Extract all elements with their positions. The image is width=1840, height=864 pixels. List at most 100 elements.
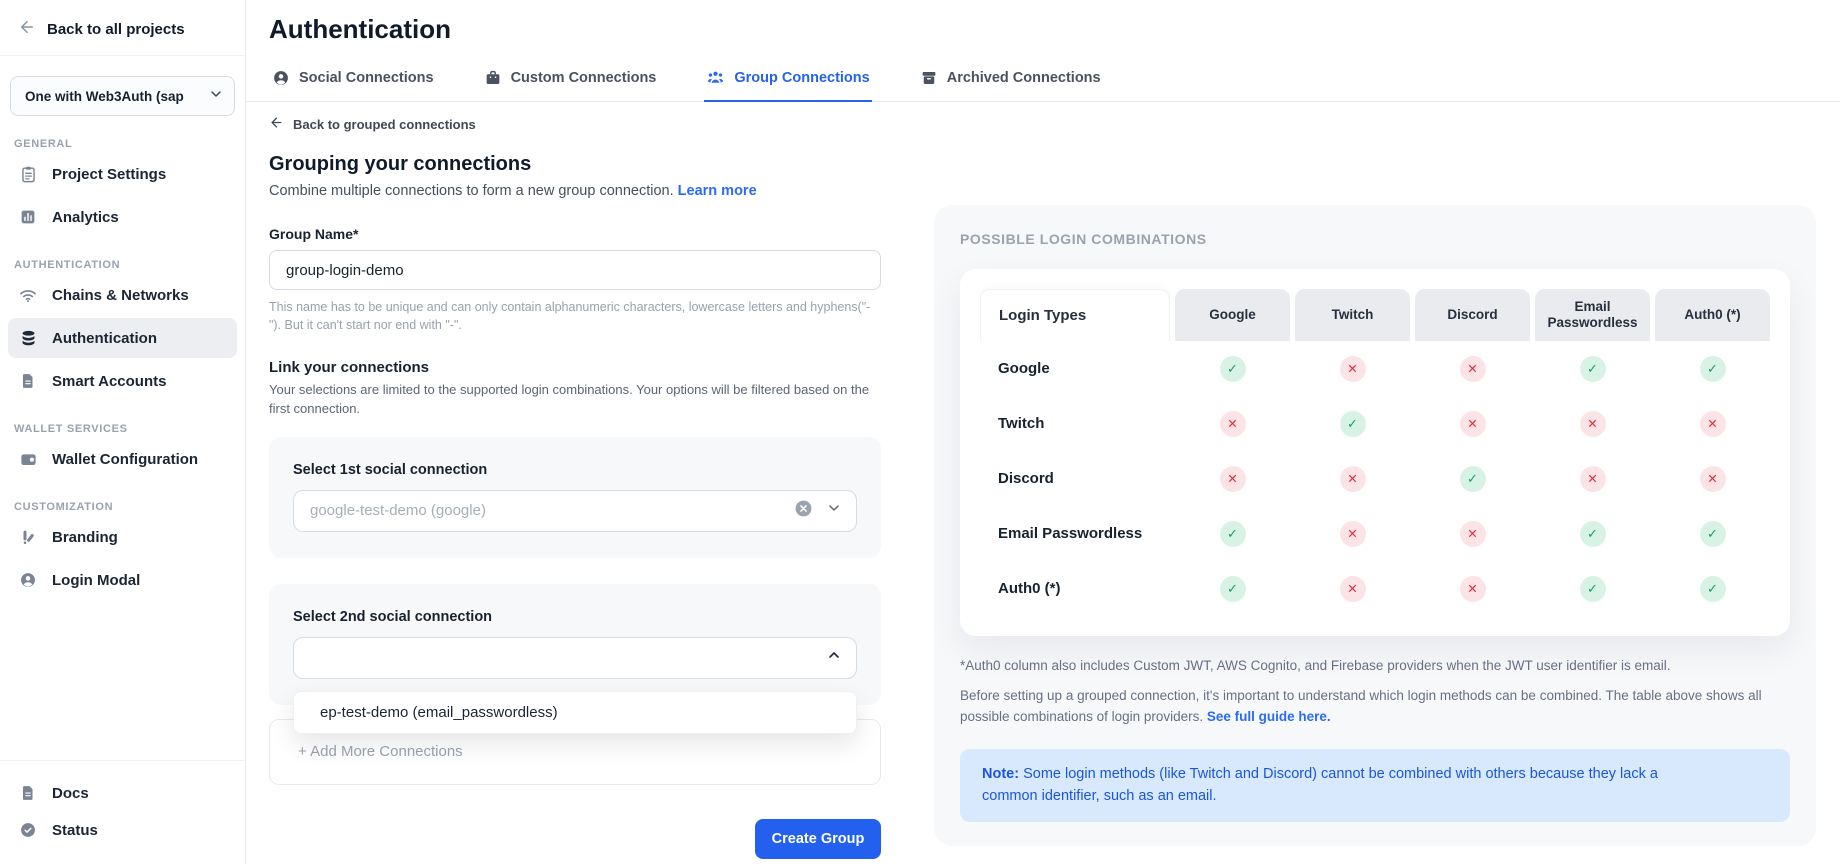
sidebar-item-login-modal[interactable]: Login Modal — [8, 560, 237, 600]
clipboard-icon — [18, 165, 38, 184]
branding-icon — [18, 528, 38, 546]
tab-social-connections[interactable]: Social Connections — [270, 62, 436, 102]
combinations-card: Login TypesGoogleTwitchDiscordEmail Pass… — [960, 269, 1790, 636]
back-to-grouped-connections-link[interactable]: Back to grouped connections — [269, 115, 881, 133]
sidebar-item-analytics[interactable]: Analytics — [8, 197, 237, 237]
sidebar-section-label-customization: CUSTOMIZATION — [14, 501, 231, 513]
combinations-table: Login TypesGoogleTwitchDiscordEmail Pass… — [980, 289, 1770, 616]
sidebar-item-authentication[interactable]: Authentication — [8, 318, 237, 358]
cell-discord-email-passwordless: ✕ — [1535, 451, 1650, 506]
cell-google-twitch: ✕ — [1295, 341, 1410, 396]
cell-email-passwordless-google: ✓ — [1175, 506, 1290, 561]
chevron-up-icon — [826, 647, 842, 668]
cell-auth0-auth0: ✓ — [1655, 561, 1770, 616]
cell-google-auth0: ✓ — [1655, 341, 1770, 396]
cross-icon: ✕ — [1340, 521, 1366, 547]
cross-icon: ✕ — [1580, 411, 1606, 437]
sidebar-item-label: Docs — [52, 785, 89, 802]
create-group-button[interactable]: Create Group — [755, 819, 881, 859]
cell-twitch-google: ✕ — [1175, 396, 1290, 451]
cell-email-passwordless-email-passwordless: ✓ — [1535, 506, 1650, 561]
analytics-icon — [18, 208, 38, 226]
sidebar-item-wallet-configuration[interactable]: Wallet Configuration — [8, 439, 237, 479]
learn-more-link[interactable]: Learn more — [678, 183, 757, 199]
guide-footnote: Before setting up a grouped connection, … — [960, 686, 1790, 727]
sidebar-item-label: Authentication — [52, 330, 157, 347]
tab-label: Archived Connections — [947, 70, 1101, 86]
select1-label: Select 1st social connection — [293, 462, 857, 478]
cell-google-discord: ✕ — [1415, 341, 1530, 396]
check-icon: ✓ — [1460, 466, 1486, 492]
cross-icon: ✕ — [1460, 521, 1486, 547]
link-connections-heading: Link your connections — [269, 359, 881, 376]
auth0-footnote: *Auth0 column also includes Custom JWT, … — [960, 656, 1790, 676]
select2-dropdown[interactable] — [293, 637, 857, 679]
cross-icon: ✕ — [1700, 466, 1726, 492]
note-text: Note: Some login methods (like Twitch an… — [982, 764, 1682, 808]
select2-label: Select 2nd social connection — [293, 609, 857, 625]
table-corner-header: Login Types — [980, 289, 1170, 341]
check-icon: ✓ — [1220, 521, 1246, 547]
sidebar-spacer — [0, 603, 245, 760]
tab-label: Custom Connections — [511, 70, 657, 86]
back-to-projects-label: Back to all projects — [47, 21, 185, 38]
sidebar-item-smart-accounts[interactable]: Smart Accounts — [8, 361, 237, 401]
sidebar-item-label: Smart Accounts — [52, 373, 166, 390]
wifi-icon — [18, 285, 38, 305]
smart-accounts-icon — [18, 372, 38, 390]
column-header-twitch: Twitch — [1295, 289, 1410, 341]
group-name-helper: This name has to be unique and can only … — [269, 298, 881, 334]
check-icon: ✓ — [1700, 356, 1726, 382]
sidebar-item-label: Project Settings — [52, 166, 166, 183]
sidebar-item-chains-networks[interactable]: Chains & Networks — [8, 275, 237, 315]
sidebar-item-branding[interactable]: Branding — [8, 517, 237, 557]
user-circle-icon — [272, 69, 290, 87]
cross-icon: ✕ — [1460, 411, 1486, 437]
cell-auth0-google: ✓ — [1175, 561, 1290, 616]
back-to-projects-link[interactable]: Back to all projects — [0, 0, 245, 55]
column-header-google: Google — [1175, 289, 1290, 341]
cell-email-passwordless-discord: ✕ — [1415, 506, 1530, 561]
sidebar: Back to all projects One with Web3Auth (… — [0, 0, 246, 864]
note-body: Some login methods (like Twitch and Disc… — [982, 766, 1658, 804]
clear-icon[interactable] — [794, 499, 813, 523]
cross-icon: ✕ — [1460, 576, 1486, 602]
column-header-auth0: Auth0 (*) — [1655, 289, 1770, 341]
note-label: Note: — [982, 766, 1019, 782]
sidebar-section-label-general: GENERAL — [14, 138, 231, 150]
sidebar-item-label: Login Modal — [52, 572, 140, 589]
tab-custom-connections[interactable]: Custom Connections — [482, 62, 659, 102]
section-heading: Grouping your connections — [269, 153, 881, 176]
see-full-guide-link[interactable]: See full guide here. — [1207, 709, 1331, 724]
cell-discord-auth0: ✕ — [1655, 451, 1770, 506]
tab-label: Social Connections — [299, 70, 434, 86]
cell-auth0-twitch: ✕ — [1295, 561, 1410, 616]
cell-twitch-discord: ✕ — [1415, 396, 1530, 451]
check-icon: ✓ — [1580, 521, 1606, 547]
row-label-discord: Discord — [980, 451, 1170, 506]
users-group-icon — [706, 68, 725, 87]
cell-twitch-email-passwordless: ✕ — [1535, 396, 1650, 451]
tab-archived-connections[interactable]: Archived Connections — [918, 62, 1103, 102]
sidebar-item-status[interactable]: Status — [8, 813, 237, 847]
sidebar-item-label: Wallet Configuration — [52, 451, 198, 468]
tab-group-connections[interactable]: Group Connections — [704, 62, 871, 102]
arrow-left-icon — [18, 18, 36, 40]
group-name-input[interactable] — [269, 250, 881, 290]
sidebar-item-project-settings[interactable]: Project Settings — [8, 154, 237, 194]
sidebar-item-docs[interactable]: Docs — [8, 776, 237, 810]
doc-icon — [18, 784, 38, 802]
content-row: Back to grouped connections Grouping you… — [246, 102, 1840, 864]
section-description: Combine multiple connections to form a n… — [269, 183, 881, 199]
check-circle-icon — [18, 821, 38, 839]
app-root: Back to all projects One with Web3Auth (… — [0, 0, 1840, 864]
cross-icon: ✕ — [1700, 411, 1726, 437]
project-selector[interactable]: One with Web3Auth (sap — [10, 76, 235, 116]
select1-dropdown[interactable]: google-test-demo (google) — [293, 490, 857, 532]
cell-discord-google: ✕ — [1175, 451, 1290, 506]
select2-option-ep-test-demo-email-passwordless[interactable]: ep-test-demo (email_passwordless) — [294, 692, 856, 733]
tab-bar: Social Connections Custom Connections Grou… — [246, 62, 1840, 102]
cross-icon: ✕ — [1220, 411, 1246, 437]
cross-icon: ✕ — [1220, 466, 1246, 492]
sidebar-item-label: Status — [52, 822, 98, 839]
